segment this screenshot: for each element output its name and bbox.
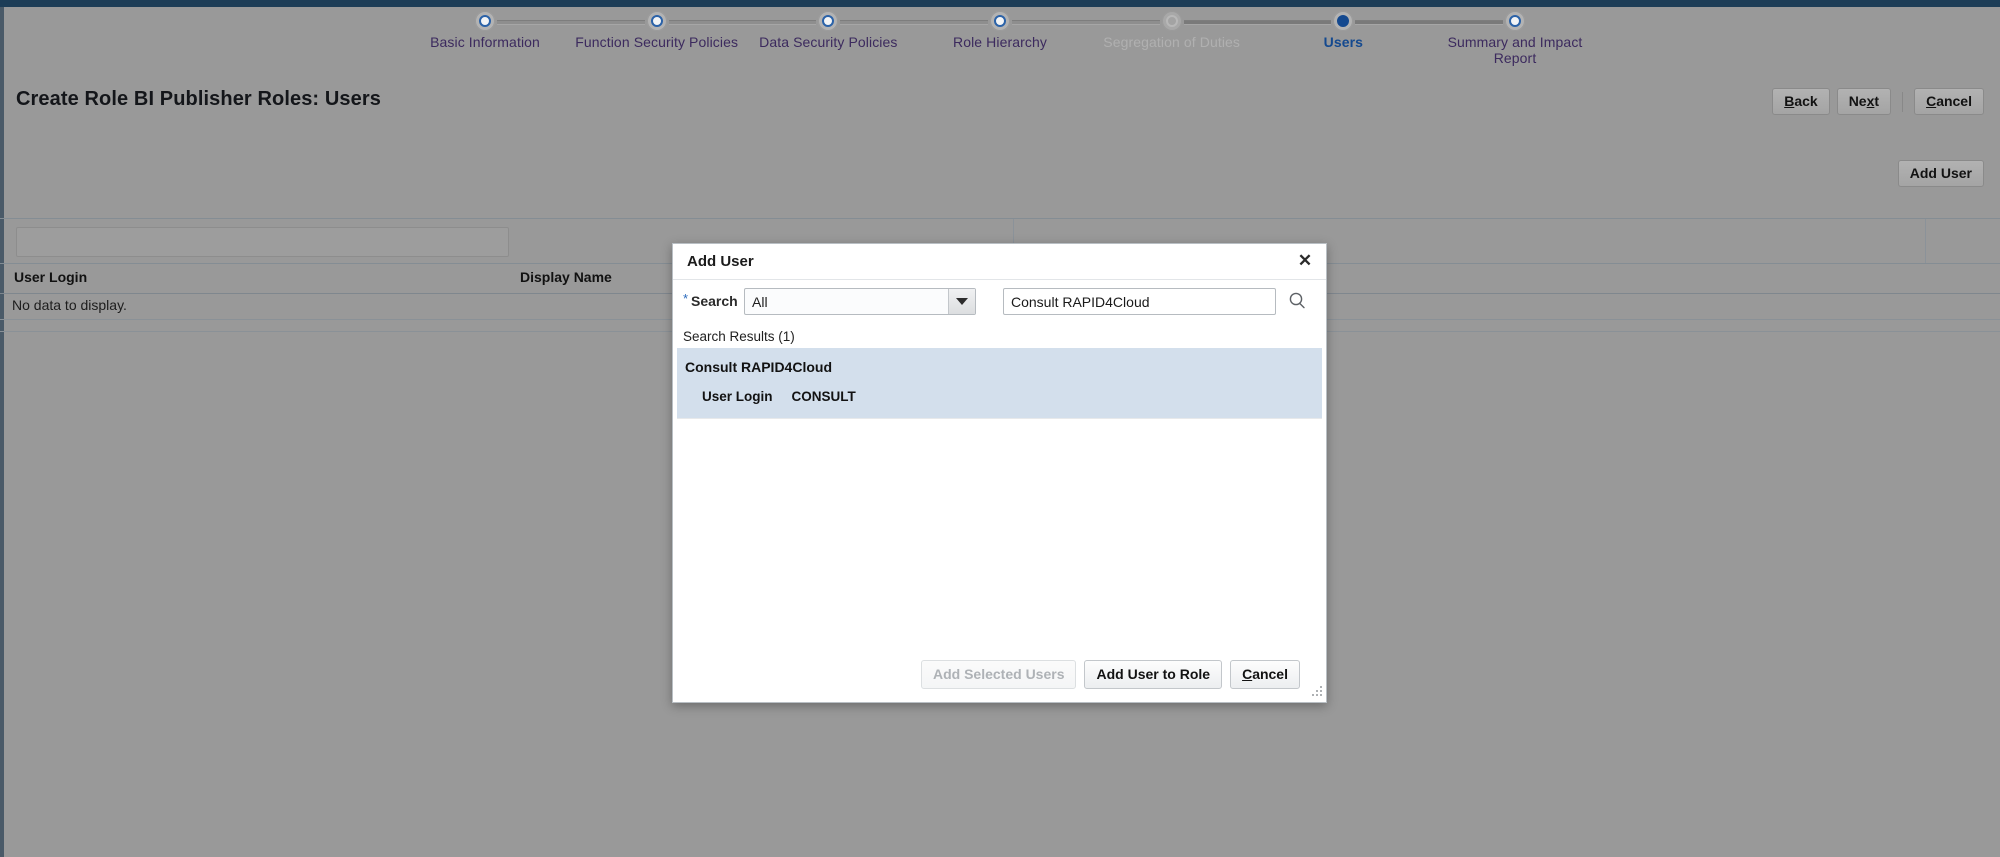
train-stop-role-hierarchy[interactable]: Role Hierarchy [915, 7, 1085, 50]
column-header-display-name: Display Name [520, 269, 612, 285]
no-data-message: No data to display. [12, 297, 127, 313]
train-stop-data-security-policies[interactable]: Data Security Policies [743, 7, 913, 50]
close-icon[interactable]: ✕ [1294, 250, 1316, 272]
add-user-dialog: Add User ✕ * Search All Search Results (… [672, 243, 1327, 703]
train-stop-users[interactable]: Users [1258, 7, 1428, 50]
users-table-filter-input[interactable] [16, 227, 509, 257]
back-button[interactable]: Back [1772, 88, 1830, 115]
chevron-down-icon[interactable] [948, 289, 975, 314]
cancel-button[interactable]: Cancel [1914, 88, 1984, 115]
train-bullet-icon [400, 7, 570, 33]
train-stop-segregation-of-duties: Segregation of Duties [1087, 7, 1257, 50]
train-stop-label: Role Hierarchy [953, 34, 1047, 50]
train-bullet-icon [1333, 11, 1354, 31]
search-input[interactable] [1003, 288, 1276, 315]
search-label: Search [691, 293, 738, 309]
train-stop-label: Function Security Policies [575, 34, 739, 50]
train-stop-label: Users [1323, 34, 1364, 50]
train-bullet-icon [1430, 7, 1600, 33]
search-icon[interactable] [1286, 290, 1308, 312]
train-bullet-icon [1161, 11, 1182, 31]
search-scope-value: All [752, 293, 768, 310]
train-stop-label: Basic Information [430, 34, 540, 50]
table-toolbar-row: Add User [0, 160, 2000, 196]
page-title: Create Role BI Publisher Roles: Users [16, 88, 381, 110]
train-stop-basic-information[interactable]: Basic Information [400, 7, 570, 50]
train-bullet-icon [990, 11, 1010, 31]
dialog-footer-buttons: Add Selected Users Add User to Role Canc… [920, 660, 1300, 689]
dialog-titlebar[interactable]: Add User ✕ [673, 244, 1326, 280]
add-user-to-role-button[interactable]: Add User to Role [1084, 660, 1223, 689]
add-user-button[interactable]: Add User [1897, 160, 1984, 187]
search-result-detail-value: CONSULT [791, 389, 856, 404]
search-result-name: Consult RAPID4Cloud [685, 359, 832, 375]
train-stop-label: Segregation of Duties [1103, 34, 1241, 50]
dialog-title: Add User [687, 253, 754, 270]
required-marker: * [683, 291, 689, 306]
window-top-bar [0, 0, 2000, 7]
dialog-search-row: * Search All [673, 280, 1326, 322]
train-stop-function-security-policies[interactable]: Function Security Policies [572, 7, 742, 50]
search-result-detail-label: User Login [702, 389, 773, 404]
dialog-cancel-button[interactable]: Cancel [1230, 660, 1300, 689]
search-result-detail: User Login CONSULT [677, 389, 1322, 404]
train-bullet-icon [646, 11, 667, 31]
train-bullet-icon [1087, 7, 1257, 33]
wizard-train: Basic Information Function Security Polic… [0, 7, 2000, 77]
train-bullet-icon [818, 11, 839, 31]
column-divider [1925, 219, 1926, 263]
header-action-buttons: Back Next Cancel [1772, 88, 1984, 115]
train-bullet-icon [915, 7, 1085, 33]
train-stop-label: Summary and Impact Report [1447, 34, 1583, 66]
button-separator [1902, 91, 1904, 112]
window-left-edge [0, 7, 4, 857]
train-stop-summary-and-impact-report[interactable]: Summary and Impact Report [1430, 7, 1600, 66]
train-bullet-icon [572, 7, 742, 33]
search-result-row[interactable]: Consult RAPID4Cloud User Login CONSULT [677, 348, 1322, 418]
resize-grip-icon[interactable] [1310, 686, 1323, 699]
train-bullet-icon [1505, 11, 1525, 31]
search-results-list: Consult RAPID4Cloud User Login CONSULT [677, 348, 1322, 419]
column-header-user-login: User Login [14, 269, 88, 285]
add-selected-users-button[interactable]: Add Selected Users [920, 660, 1077, 689]
next-button[interactable]: Next [1836, 88, 1892, 115]
dialog-footer: Add Selected Users Add User to Role Canc… [673, 654, 1326, 702]
search-results-count: Search Results (1) [683, 329, 795, 344]
train-stop-label: Data Security Policies [759, 34, 898, 50]
train-bullet-icon [475, 11, 495, 31]
search-scope-select[interactable]: All [744, 288, 976, 315]
page-header: Create Role BI Publisher Roles: Users Ba… [0, 78, 2000, 126]
train-bullet-icon [1258, 7, 1428, 33]
train-bullet-icon [743, 7, 913, 33]
